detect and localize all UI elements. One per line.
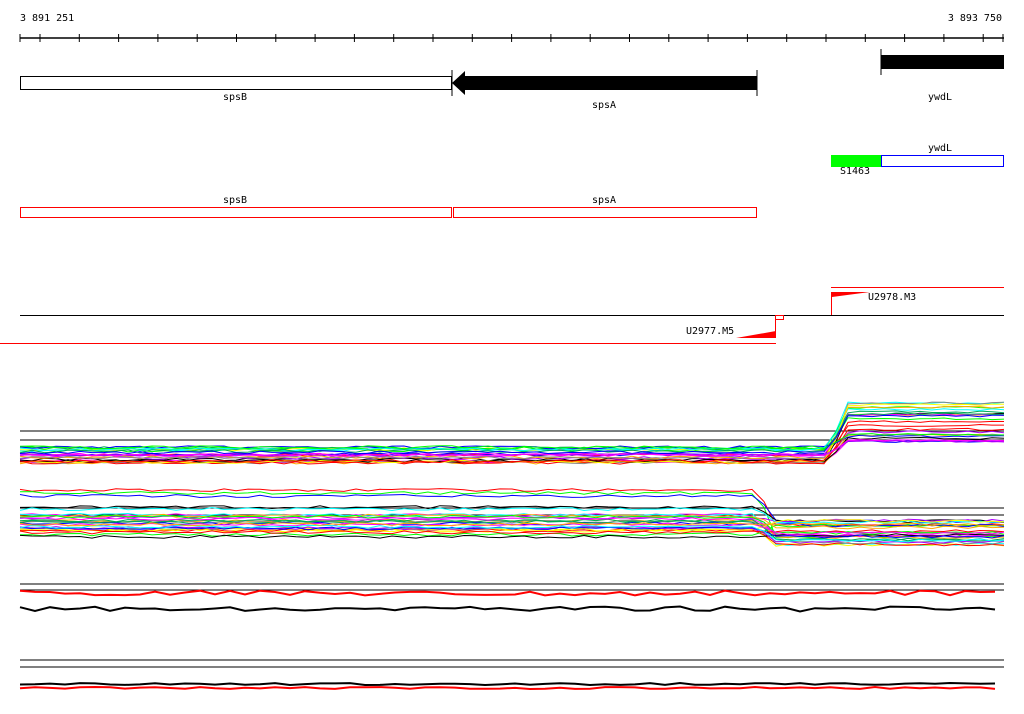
red-label-spsB: spsB [222, 195, 248, 206]
expression-line [19, 410, 1005, 451]
expression-profiles [19, 401, 1005, 691]
ruler-start-label: 3 891 251 [20, 13, 75, 24]
red-label-spsA: spsA [591, 195, 617, 206]
gene-ywdL[interactable] [881, 55, 1004, 69]
ruler-end-label: 3 893 750 [947, 13, 1002, 24]
expression-line [19, 589, 996, 597]
position-ruler [19, 34, 1004, 42]
expression-line [19, 605, 996, 613]
annotation-label-ywdL: ywdL [927, 143, 953, 154]
red-feature-spsA[interactable] [453, 207, 757, 218]
expression-line [19, 413, 1005, 452]
transcript-lower-signal [736, 331, 776, 338]
expression-line [19, 405, 1005, 451]
expression-line [19, 681, 996, 687]
transcript-label-upper: U2978.M3 [868, 292, 917, 303]
genome-browser-view: 3 891 251 3 893 750 spsB spsA ywdL ywdL … [0, 0, 1024, 714]
red-feature-spsB[interactable] [20, 207, 452, 218]
gene-spsA-arrow[interactable] [452, 71, 757, 95]
transcript-upper-signal [832, 292, 870, 297]
tracks-canvas [0, 34, 1005, 691]
gene-label-spsB: spsB [222, 92, 248, 103]
gene-spsB[interactable] [20, 76, 452, 90]
expression-line [19, 412, 1005, 462]
feature-ywdL[interactable] [881, 155, 1004, 167]
gene-label-spsA: spsA [591, 100, 617, 111]
gene-label-ywdL: ywdL [927, 92, 953, 103]
transcript-label-lower: U2977.M5 [686, 326, 735, 337]
expression-line [19, 685, 996, 691]
annotation-label-S1463: S1463 [839, 166, 871, 177]
